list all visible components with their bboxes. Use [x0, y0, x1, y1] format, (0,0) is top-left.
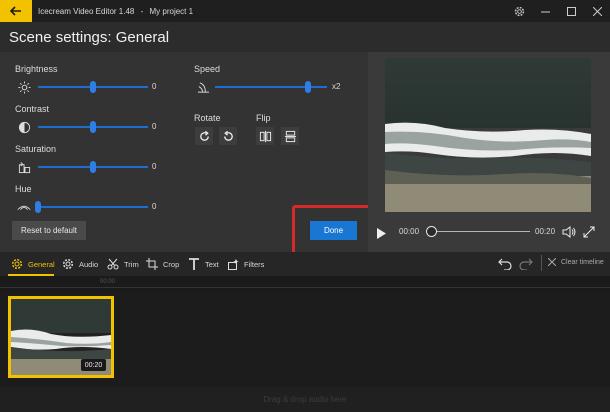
maximize-icon	[566, 6, 576, 16]
undo-icon	[498, 258, 512, 271]
fullscreen-icon	[583, 226, 595, 238]
flip-horizontal-button[interactable]	[256, 127, 274, 145]
tab-audio-label: Audio	[79, 259, 99, 269]
tab-crop[interactable]: Crop	[145, 252, 179, 276]
timeline-ruler[interactable]	[0, 276, 610, 292]
minimize-button[interactable]	[532, 0, 558, 22]
tab-general-label: General	[28, 259, 55, 269]
back-button[interactable]	[0, 0, 32, 22]
hue-value: 0	[152, 202, 157, 211]
rotate-clockwise-button[interactable]	[195, 127, 213, 145]
page-header: Scene settings: General	[0, 22, 610, 52]
filters-icon	[226, 257, 240, 271]
hue-slider[interactable]	[38, 206, 148, 208]
hue-icon	[16, 200, 32, 214]
done-button[interactable]: Done	[310, 221, 357, 240]
arrow-left-icon	[10, 6, 21, 16]
page-title: Scene settings: General	[9, 29, 170, 46]
redo-icon	[519, 258, 533, 271]
scissors-icon	[106, 257, 120, 271]
tab-crop-label: Crop	[163, 259, 180, 269]
flip-horizontal-icon	[259, 130, 271, 142]
close-icon	[592, 6, 602, 16]
speed-icon	[195, 80, 211, 94]
settings-gear-button[interactable]	[506, 0, 532, 22]
tab-trim[interactable]: Trim	[106, 252, 139, 276]
speed-value: x2	[332, 82, 341, 91]
duration-time: 00:20	[535, 227, 556, 236]
crop-icon	[145, 257, 159, 271]
title-bar: Icecream Video Editor 1.48 - My project …	[0, 0, 610, 22]
speed-label: Speed	[194, 64, 221, 74]
saturation-slider-thumb[interactable]	[90, 161, 96, 173]
volume-icon	[562, 226, 576, 238]
volume-button[interactable]	[562, 225, 576, 243]
tab-text[interactable]: Text	[187, 252, 219, 276]
saturation-icon	[16, 160, 32, 174]
saturation-label: Saturation	[15, 144, 57, 154]
audio-drop-hint: Drag & drop audio here	[263, 395, 347, 404]
rotate-label: Rotate	[194, 113, 221, 123]
brightness-value: 0	[152, 82, 157, 91]
audio-icon	[61, 257, 75, 271]
undo-button[interactable]	[498, 257, 512, 275]
contrast-icon	[16, 120, 32, 134]
clear-timeline-button[interactable]: Clear timeline	[548, 258, 604, 266]
tab-audio[interactable]: Audio	[61, 252, 98, 276]
tab-general[interactable]: General	[10, 252, 55, 276]
gear-icon	[514, 6, 524, 16]
window-title: Icecream Video Editor 1.48 - My project …	[38, 6, 194, 16]
flip-vertical-icon	[284, 130, 296, 142]
fullscreen-button[interactable]	[583, 225, 595, 243]
ruler-line	[0, 287, 610, 288]
tab-text-label: Text	[205, 259, 219, 269]
contrast-slider-thumb[interactable]	[90, 121, 96, 133]
flip-vertical-button[interactable]	[281, 127, 299, 145]
reset-to-default-button[interactable]: Reset to default	[12, 221, 86, 240]
sun-icon	[16, 80, 32, 94]
play-button[interactable]	[377, 226, 386, 244]
clip-duration-badge: 00:20	[81, 359, 106, 371]
minimize-icon	[540, 11, 550, 12]
close-button[interactable]	[584, 0, 610, 22]
clear-timeline-label: Clear timeline	[561, 258, 604, 266]
current-time: 00:00	[399, 227, 420, 236]
redo-button[interactable]	[519, 257, 533, 275]
divider	[541, 255, 542, 271]
playback-track[interactable]	[430, 231, 530, 232]
video-preview	[385, 58, 591, 212]
speed-slider-thumb[interactable]	[304, 81, 311, 93]
hue-slider-thumb[interactable]	[35, 201, 41, 213]
rotate-counterclockwise-button[interactable]	[219, 127, 237, 145]
close-icon	[548, 258, 556, 266]
brightness-label: Brightness	[15, 64, 58, 74]
playback-thumb[interactable]	[426, 226, 437, 237]
maximize-button[interactable]	[558, 0, 584, 22]
brightness-slider-thumb[interactable]	[90, 81, 96, 93]
tab-trim-label: Trim	[124, 259, 139, 269]
rotate-counterclockwise-icon	[223, 130, 233, 141]
contrast-value: 0	[152, 122, 157, 131]
flip-label: Flip	[256, 113, 271, 123]
tab-filters[interactable]: Filters	[226, 252, 264, 276]
hue-label: Hue	[15, 184, 32, 194]
ruler-time-label: 00:00	[100, 279, 116, 285]
saturation-value: 0	[152, 162, 157, 171]
text-icon	[187, 257, 201, 271]
rotate-clockwise-icon	[199, 130, 209, 141]
tab-filters-label: Filters	[244, 259, 265, 269]
contrast-label: Contrast	[15, 104, 50, 114]
play-icon	[377, 228, 386, 239]
gear-icon	[10, 257, 24, 271]
